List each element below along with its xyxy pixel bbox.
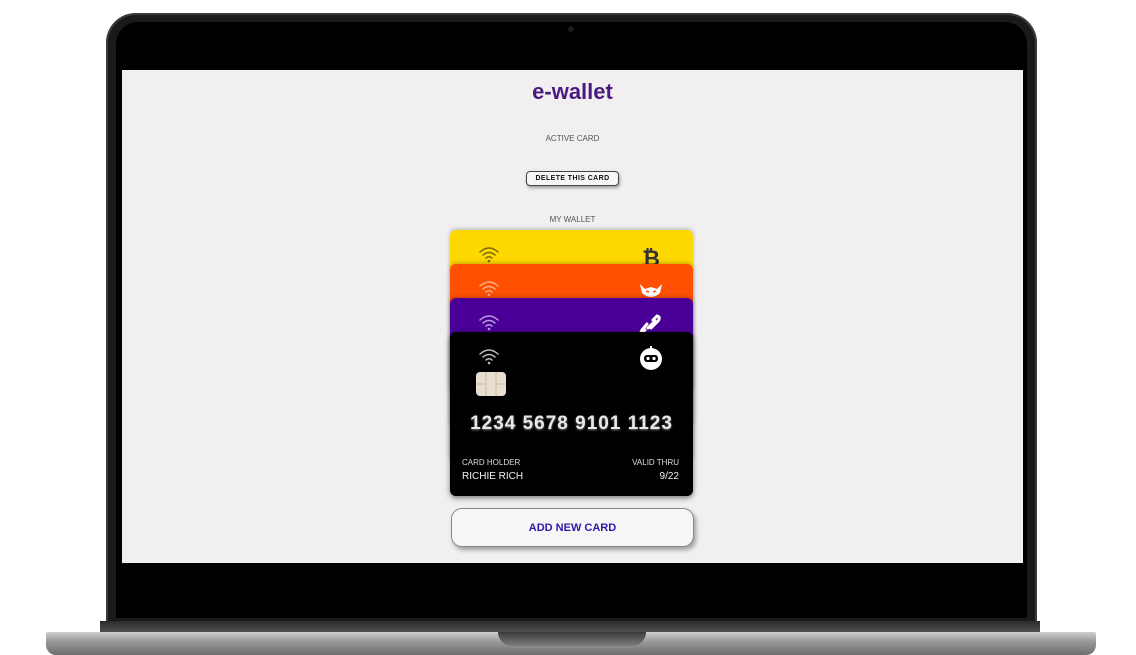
contactless-icon (479, 247, 499, 263)
app-screen: e-wallet ACTIVE CARD DELETE THIS CARD MY… (122, 70, 1023, 563)
valid-thru-label: VALID THRU (632, 458, 679, 467)
contactless-icon (479, 349, 499, 365)
laptop-notch (498, 632, 646, 646)
active-credit-card[interactable]: 1234 5678 9101 1123 CARD HOLDER VALID TH… (450, 332, 693, 496)
card-holder-name: RICHIE RICH (462, 471, 524, 482)
page-title: e-wallet (532, 79, 613, 104)
my-wallet-label: MY WALLET (549, 215, 596, 224)
contactless-icon (479, 281, 499, 297)
active-card-label: ACTIVE CARD (545, 134, 600, 143)
delete-card-button[interactable]: DELETE THIS CARD (526, 171, 619, 186)
card-holder-label: CARD HOLDER (462, 458, 521, 467)
card-number: 1234 5678 9101 1123 (470, 413, 673, 434)
robot-icon (640, 346, 662, 370)
contactless-icon (479, 315, 499, 331)
card-chip-icon (476, 372, 506, 396)
camera-icon (568, 26, 574, 32)
card-expiry: 9/22 (659, 471, 679, 482)
add-new-card-button[interactable]: ADD NEW CARD (451, 508, 694, 547)
